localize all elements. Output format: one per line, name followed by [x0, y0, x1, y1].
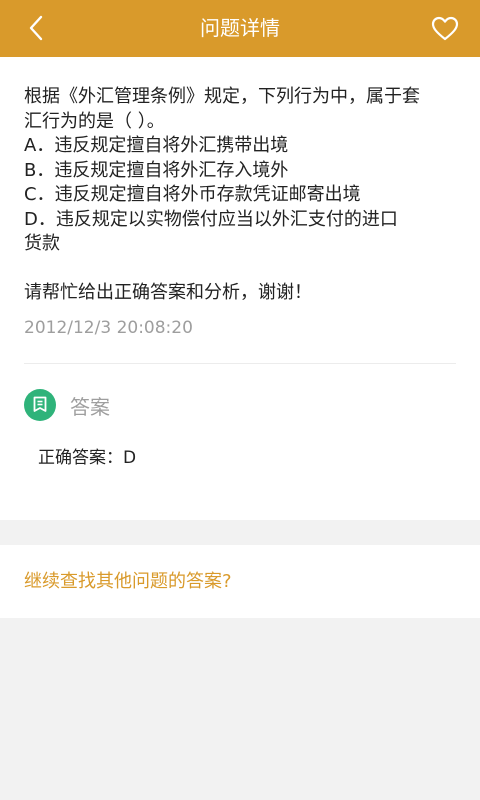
question-request: 请帮忙给出正确答案和分析，谢谢！ — [24, 282, 312, 303]
favorite-button[interactable] — [430, 14, 460, 44]
question-line: 根据《外汇管理条例》规定，下列行为中，属于套 — [24, 86, 420, 107]
page-title: 问题详情 — [200, 16, 280, 40]
more-section: 继续查找其他问题的答案? — [0, 545, 480, 618]
more-answers-link[interactable]: 继续查找其他问题的答案? — [24, 545, 232, 618]
answer-heading: 答案 — [70, 395, 110, 419]
option-d-continued: 货款 — [24, 233, 60, 254]
answer-icon — [24, 389, 56, 421]
option-b: B．违反规定擅自将外汇存入境外 — [24, 159, 289, 181]
question-line: 汇行为的是（ ）。 — [24, 110, 165, 132]
question-timestamp: 2012/12/3 20:08:20 — [24, 318, 193, 338]
divider — [24, 363, 456, 364]
top-bar: 问题详情 — [0, 0, 480, 57]
option-c: C．违反规定擅自将外币存款凭证邮寄出境 — [24, 184, 361, 205]
option-d: D．违反规定以实物偿付应当以外汇支付的进口 — [24, 208, 398, 230]
question-card: 根据《外汇管理条例》规定，下列行为中，属于套 汇行为的是（ ）。 A．违反规定擅… — [0, 57, 480, 520]
heart-icon — [431, 16, 459, 41]
answer-text: 正确答案：D — [38, 448, 137, 468]
option-a: A．违反规定擅自将外汇携带出境 — [24, 135, 289, 156]
question-text: 根据《外汇管理条例》规定，下列行为中，属于套 汇行为的是（ ）。 A．违反规定擅… — [24, 85, 456, 306]
